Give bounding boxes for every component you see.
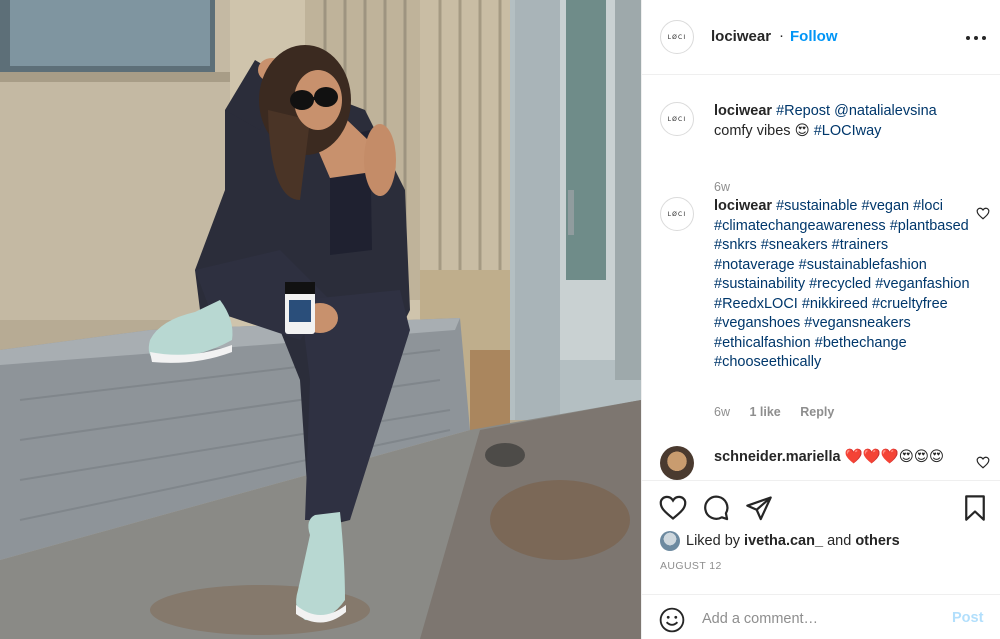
follow-button[interactable]: Follow xyxy=(790,28,838,45)
post-date[interactable]: AUGUST 12 xyxy=(660,560,722,572)
post-photo-illustration xyxy=(0,0,641,639)
commenter-avatar[interactable] xyxy=(660,446,694,480)
comment-meta: 6w xyxy=(714,180,730,194)
caption-body: comfy vibes 😍 xyxy=(714,122,814,139)
comment-text: lociwear #Repost @natalialevsina comfy v… xyxy=(714,102,972,141)
post-comment-button[interactable]: Post xyxy=(952,610,983,626)
comment-input[interactable] xyxy=(702,608,942,630)
comment-body: ❤️❤️❤️😍😍😍 xyxy=(844,449,945,465)
reply-button[interactable]: Reply xyxy=(800,405,834,419)
hashtag-link[interactable]: #Repost xyxy=(776,103,830,119)
mention-link[interactable]: @natalialevsina xyxy=(834,103,937,119)
comment-time[interactable]: 6w xyxy=(714,405,730,419)
add-comment-bar: Post xyxy=(642,594,1000,639)
comment-bubble-icon[interactable] xyxy=(702,494,730,522)
comment-avatar[interactable]: LØCI xyxy=(660,102,694,136)
comment-username[interactable]: schneider.mariella xyxy=(714,449,841,465)
separator-dot: · xyxy=(779,27,784,44)
comments-list[interactable]: LØCI lociwear #Repost @natalialevsina co… xyxy=(642,76,1000,480)
like-heart-icon[interactable] xyxy=(659,494,687,522)
hashtag-list[interactable]: #sustainable #vegan #loci #climatechange… xyxy=(714,198,970,370)
comment-avatar[interactable]: LØCI xyxy=(660,197,694,231)
post-photo[interactable] xyxy=(0,0,641,639)
hashtag-link[interactable]: #LOCIway xyxy=(814,123,882,139)
liked-by: Liked by ivetha.can_ and others xyxy=(660,530,900,552)
liker-username[interactable]: ivetha.can_ xyxy=(744,533,823,549)
liked-by-others-link[interactable]: others xyxy=(855,533,899,549)
like-comment-heart-icon[interactable] xyxy=(976,207,990,220)
author-username[interactable]: lociwear xyxy=(711,28,771,45)
comment-username[interactable]: lociwear xyxy=(714,198,772,214)
liker-avatar[interactable] xyxy=(660,531,680,551)
post-header: LØCI lociwear · Follow xyxy=(642,0,1000,75)
post-actions: Liked by ivetha.can_ and others AUGUST 1… xyxy=(642,480,1000,639)
comment-time[interactable]: 6w xyxy=(714,180,730,194)
comment-username[interactable]: lociwear xyxy=(714,103,772,119)
author-avatar[interactable]: LØCI xyxy=(660,20,694,54)
post-side-panel: LØCI lociwear · Follow LØCI lociwear #Re… xyxy=(641,0,1000,639)
share-paper-plane-icon[interactable] xyxy=(745,494,773,522)
save-bookmark-icon[interactable] xyxy=(961,494,989,522)
emoji-smiley-icon[interactable] xyxy=(659,607,685,633)
comment-text: schneider.mariella ❤️❤️❤️😍😍😍 xyxy=(714,448,972,468)
comment-meta: 6w 1 like Reply xyxy=(714,405,834,419)
comment-text: lociwear #sustainable #vegan #loci #clim… xyxy=(714,197,972,373)
like-comment-heart-icon[interactable] xyxy=(976,456,990,469)
comment-likes[interactable]: 1 like xyxy=(749,405,780,419)
more-options-icon[interactable] xyxy=(964,28,988,48)
